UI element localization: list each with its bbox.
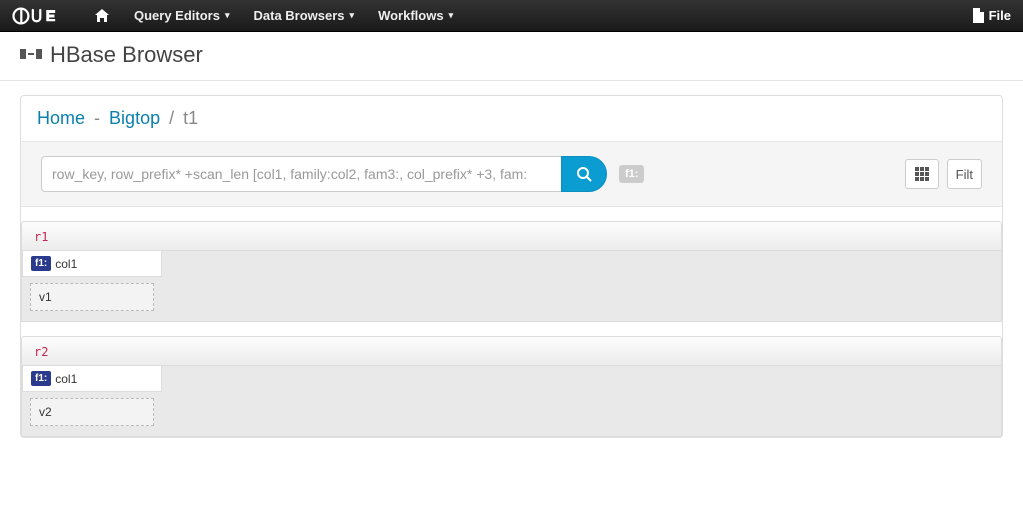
cell-header[interactable]: f1: col1 (22, 251, 162, 277)
cell-value[interactable]: v1 (30, 283, 154, 311)
cell-header[interactable]: f1: col1 (22, 366, 162, 392)
row-body: f1: col1 v2 (21, 366, 1002, 437)
cell-value[interactable]: v2 (30, 398, 154, 426)
column-name: col1 (55, 372, 77, 386)
page-title: HBase Browser (50, 42, 203, 68)
breadcrumb: Home - Bigtop / t1 (21, 96, 1002, 141)
breadcrumb-sep: - (94, 108, 100, 128)
nav-file[interactable]: File (972, 8, 1011, 23)
chevron-down-icon: ▾ (350, 10, 355, 21)
breadcrumb-home[interactable]: Home (37, 108, 85, 128)
row-header[interactable]: r2 (21, 336, 1002, 366)
home-icon[interactable] (94, 8, 110, 24)
file-icon (972, 8, 985, 23)
filter-button[interactable]: Filt (947, 159, 982, 189)
nav-query-editors[interactable]: Query Editors ▾ (134, 8, 230, 23)
search-input[interactable] (41, 156, 561, 192)
breadcrumb-cluster[interactable]: Bigtop (109, 108, 160, 128)
nav-label: Data Browsers (254, 8, 345, 23)
breadcrumb-table: t1 (183, 108, 198, 128)
logo[interactable] (12, 7, 76, 25)
nav-file-label: File (989, 8, 1011, 23)
chevron-down-icon: ▾ (449, 10, 454, 21)
grid-icon (915, 167, 929, 181)
nav-label: Workflows (378, 8, 444, 23)
hbase-icon (20, 45, 42, 66)
filter-button-label: Filt (956, 167, 973, 182)
filter-tag[interactable]: f1: (619, 165, 644, 183)
chevron-down-icon: ▾ (225, 10, 230, 21)
breadcrumb-sep: / (169, 108, 174, 128)
row-key: r2 (34, 345, 48, 359)
family-badge: f1: (31, 256, 51, 271)
nav-data-browsers[interactable]: Data Browsers ▾ (254, 8, 355, 23)
row-body: f1: col1 v1 (21, 251, 1002, 322)
row-header[interactable]: r1 (21, 221, 1002, 251)
row-key: r1 (34, 230, 48, 244)
search-button[interactable] (561, 156, 607, 192)
column-name: col1 (55, 257, 77, 271)
nav-workflows[interactable]: Workflows ▾ (378, 8, 453, 23)
grid-view-button[interactable] (905, 159, 939, 189)
search-icon (576, 166, 592, 182)
family-badge: f1: (31, 371, 51, 386)
nav-label: Query Editors (134, 8, 220, 23)
